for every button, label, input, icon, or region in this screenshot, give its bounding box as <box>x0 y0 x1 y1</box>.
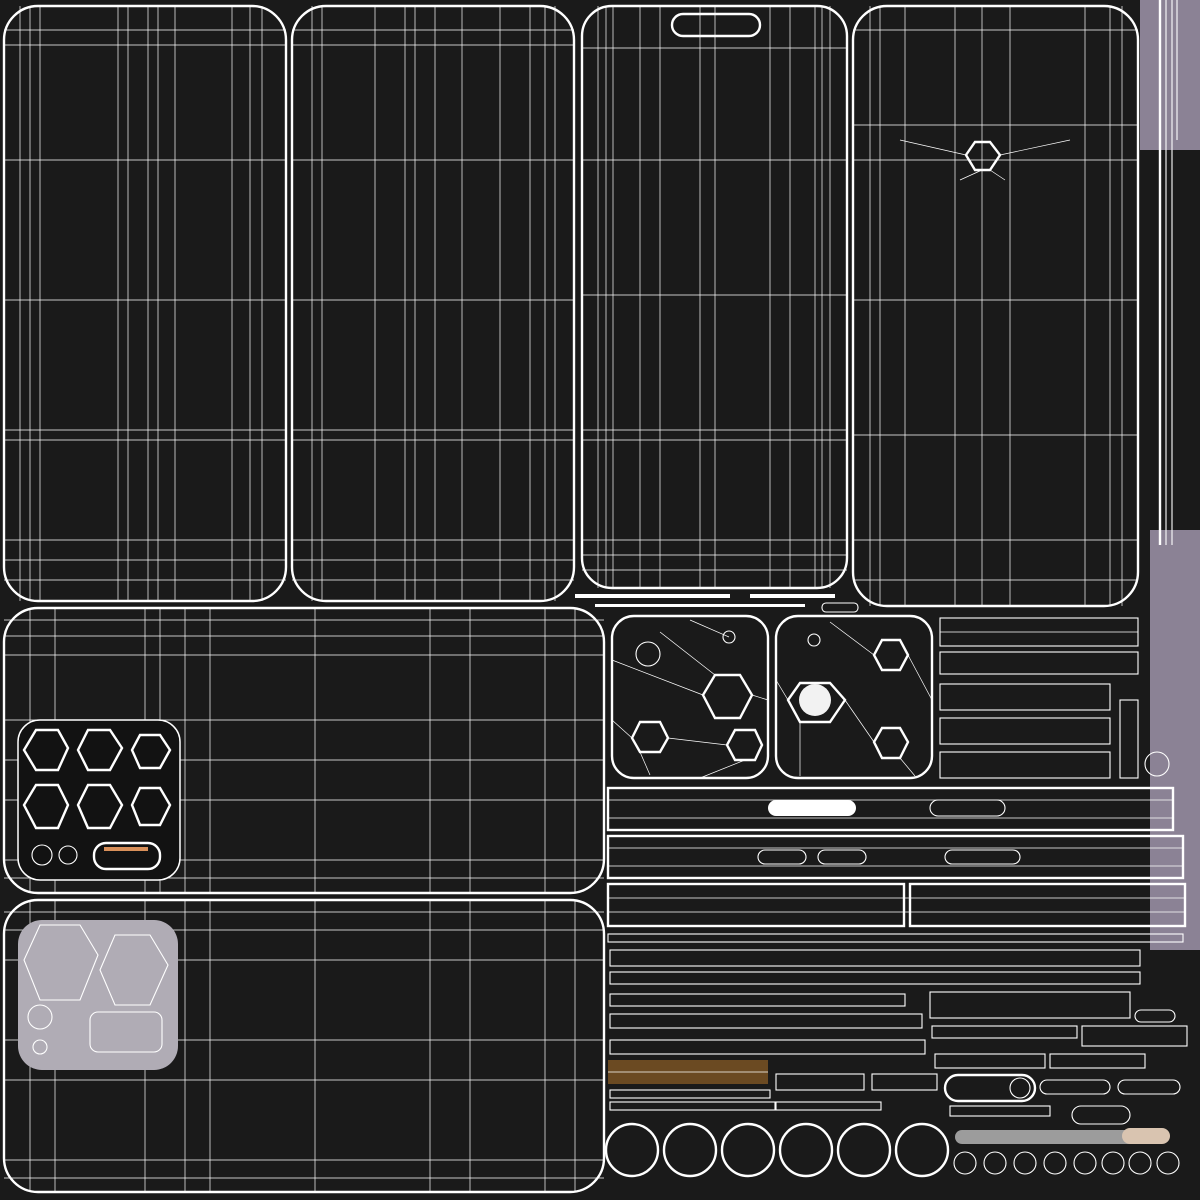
camera-lens-cluster <box>17 719 181 881</box>
uv-texture-layout <box>0 0 1200 1200</box>
lens-covers-gray <box>18 920 178 1070</box>
